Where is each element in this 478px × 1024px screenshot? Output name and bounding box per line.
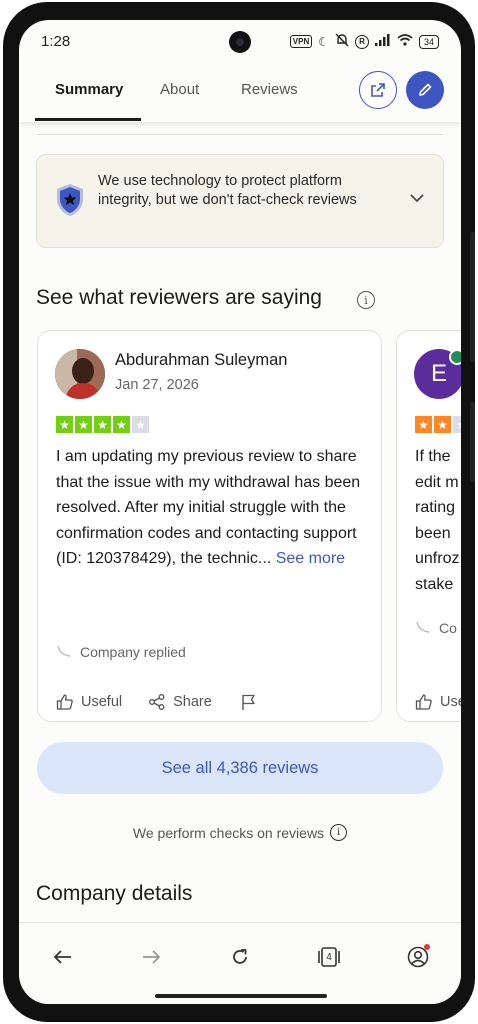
star-rating: ★ ★ ★ ★ ★	[56, 416, 149, 433]
thumbs-up-icon	[56, 694, 73, 710]
power-button	[470, 402, 475, 482]
report-button[interactable]	[240, 693, 258, 711]
star-icon: ★	[56, 416, 73, 433]
banner-text: We use technology to protect platform in…	[98, 173, 357, 208]
divider	[37, 134, 443, 135]
share-button[interactable]: Share	[148, 693, 212, 711]
arrow-left-icon	[53, 950, 71, 964]
company-replied[interactable]: Company replied	[56, 644, 186, 660]
reviewer-name: Abdurahman Suleyman	[115, 351, 288, 369]
shield-star-icon	[57, 184, 83, 216]
review-line: If the	[415, 448, 451, 465]
chevron-down-icon[interactable]	[409, 193, 425, 203]
avatar	[55, 349, 105, 399]
company-replied[interactable]: Co	[415, 620, 457, 636]
review-line: edit m	[415, 473, 459, 491]
account-button[interactable]	[404, 943, 432, 971]
battery-icon: 34	[418, 34, 439, 49]
useful-button[interactable]: Useful	[56, 693, 122, 711]
wifi-icon	[397, 34, 413, 49]
home-indicator[interactable]	[155, 994, 327, 998]
star-icon: ★	[434, 416, 451, 433]
tab-bar: Summary About Reviews	[19, 64, 461, 122]
share-icon	[149, 694, 165, 710]
active-tab-indicator	[35, 118, 141, 121]
review-date: Jan 27, 2026	[115, 377, 199, 393]
see-all-reviews-button[interactable]: See all 4,386 reviews	[37, 742, 443, 794]
info-icon: i	[330, 824, 348, 841]
checks-label: We perform checks on reviews	[132, 824, 325, 841]
screen: 1:28 VPN ☾ R 34 Summary About Reviews We…	[19, 20, 461, 1004]
phone-frame: 1:28 VPN ☾ R 34 Summary About Reviews We…	[3, 2, 475, 1022]
star-icon: ★	[75, 416, 92, 433]
star-rating: ★ ★ ★	[415, 416, 461, 433]
see-more-link[interactable]: See more	[276, 550, 345, 567]
useful-label: Use	[440, 694, 461, 710]
review-actions: Useful Share	[56, 693, 258, 711]
star-icon: ★	[415, 416, 432, 433]
reviewers-section-title: See what reviewers are saying	[36, 286, 322, 309]
tab-summary[interactable]: Summary	[55, 81, 123, 98]
thumbs-up-icon	[415, 694, 432, 710]
verified-check-icon	[449, 349, 461, 365]
info-icon[interactable]: i	[357, 291, 375, 309]
status-bar: 1:28 VPN ☾ R 34	[19, 20, 461, 64]
tab-count: 4	[326, 951, 332, 963]
mute-icon	[335, 33, 349, 50]
share-label: Share	[173, 694, 212, 710]
star-icon: ★	[113, 416, 130, 433]
review-line: rating	[415, 499, 456, 516]
reply-curve-icon	[57, 645, 71, 657]
review-line: been	[415, 524, 451, 542]
review-text: I am updating my previous review to shar…	[56, 444, 368, 572]
vpn-icon: VPN	[289, 35, 313, 48]
review-checks-note[interactable]: We perform checks on reviews i	[19, 824, 461, 841]
tab-reviews[interactable]: Reviews	[241, 81, 298, 98]
review-line: stake	[415, 575, 454, 593]
reload-button[interactable]	[226, 943, 254, 971]
browser-bottom-bar: 4	[19, 922, 461, 1004]
star-icon: ★	[94, 416, 111, 433]
open-external-button[interactable]	[359, 71, 397, 109]
tab-about[interactable]: About	[160, 81, 199, 98]
star-empty-icon: ★	[453, 416, 461, 433]
status-time: 1:28	[41, 33, 71, 50]
company-replied-label: Company replied	[80, 644, 186, 660]
arrow-right-icon	[143, 950, 161, 964]
front-camera	[229, 31, 251, 53]
reload-icon	[233, 949, 247, 964]
useful-button[interactable]: Use	[415, 693, 461, 711]
write-review-button[interactable]	[406, 71, 444, 109]
useful-label: Useful	[81, 694, 123, 710]
volume-button	[470, 232, 475, 362]
external-link-icon	[371, 83, 385, 97]
signal-icon	[374, 34, 391, 49]
r-badge-icon: R	[354, 34, 369, 49]
review-card[interactable]: Abdurahman Suleyman Jan 27, 2026 ★ ★ ★ ★…	[37, 330, 382, 722]
forward-button[interactable]	[137, 943, 165, 971]
company-details-title: Company details	[36, 882, 193, 905]
review-text: If the edit m rating been unfroz stake	[415, 444, 459, 597]
moon-icon: ☾	[318, 34, 329, 49]
device-background: 1:28 VPN ☾ R 34 Summary About Reviews We…	[0, 0, 478, 1024]
notification-dot	[424, 944, 430, 950]
company-replied-label: Co	[439, 620, 457, 636]
pencil-icon	[419, 83, 432, 96]
status-icons: VPN ☾ R 34	[289, 33, 439, 50]
integrity-banner[interactable]: We use technology to protect platform in…	[36, 154, 444, 248]
review-line: unfroz	[415, 550, 460, 567]
review-card-peek[interactable]: E ★ ★ ★ If the edit m rating been unfroz…	[396, 330, 461, 722]
tabs-button[interactable]: 4	[315, 943, 343, 971]
star-empty-icon: ★	[132, 416, 149, 433]
flag-icon	[242, 694, 255, 710]
reply-curve-icon	[416, 621, 430, 633]
back-button[interactable]	[49, 943, 77, 971]
